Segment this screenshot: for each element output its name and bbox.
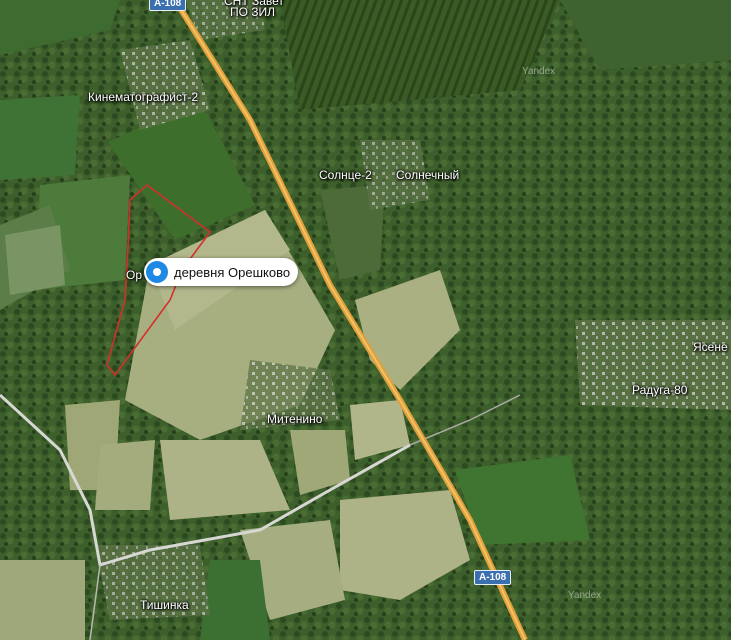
yandex-watermark-bottom: Yandex (568, 590, 602, 601)
road-shield-a108-bottom: А-108 (474, 570, 512, 585)
satellite-map[interactable]: Кинематографист-2 Солнце-2 Солнечный Ор … (0, 0, 731, 640)
road-shield-a108-top: А-108 (149, 0, 187, 11)
location-pin-icon[interactable] (146, 261, 168, 283)
place-label-solnechny[interactable]: Солнечный (396, 168, 459, 182)
selected-place-callout[interactable]: деревня Орешково (144, 258, 299, 286)
place-label-raduga-80[interactable]: Радуга-80 (632, 383, 687, 397)
yandex-watermark: Yandex (522, 66, 556, 77)
place-label-mitenino[interactable]: Митенино (267, 412, 322, 426)
place-label-oreshkovo-partial[interactable]: Ор (126, 268, 142, 282)
place-label-solntse-2[interactable]: Солнце-2 (319, 168, 372, 182)
place-label-yasene[interactable]: Ясене (693, 340, 728, 354)
place-label-tishinka[interactable]: Тишинка (140, 598, 189, 612)
place-label-po-zil[interactable]: ПО ЗИЛ (230, 5, 275, 19)
selected-place-label: деревня Орешково (174, 264, 291, 280)
place-label-kinematografist[interactable]: Кинематографист-2 (88, 90, 198, 104)
